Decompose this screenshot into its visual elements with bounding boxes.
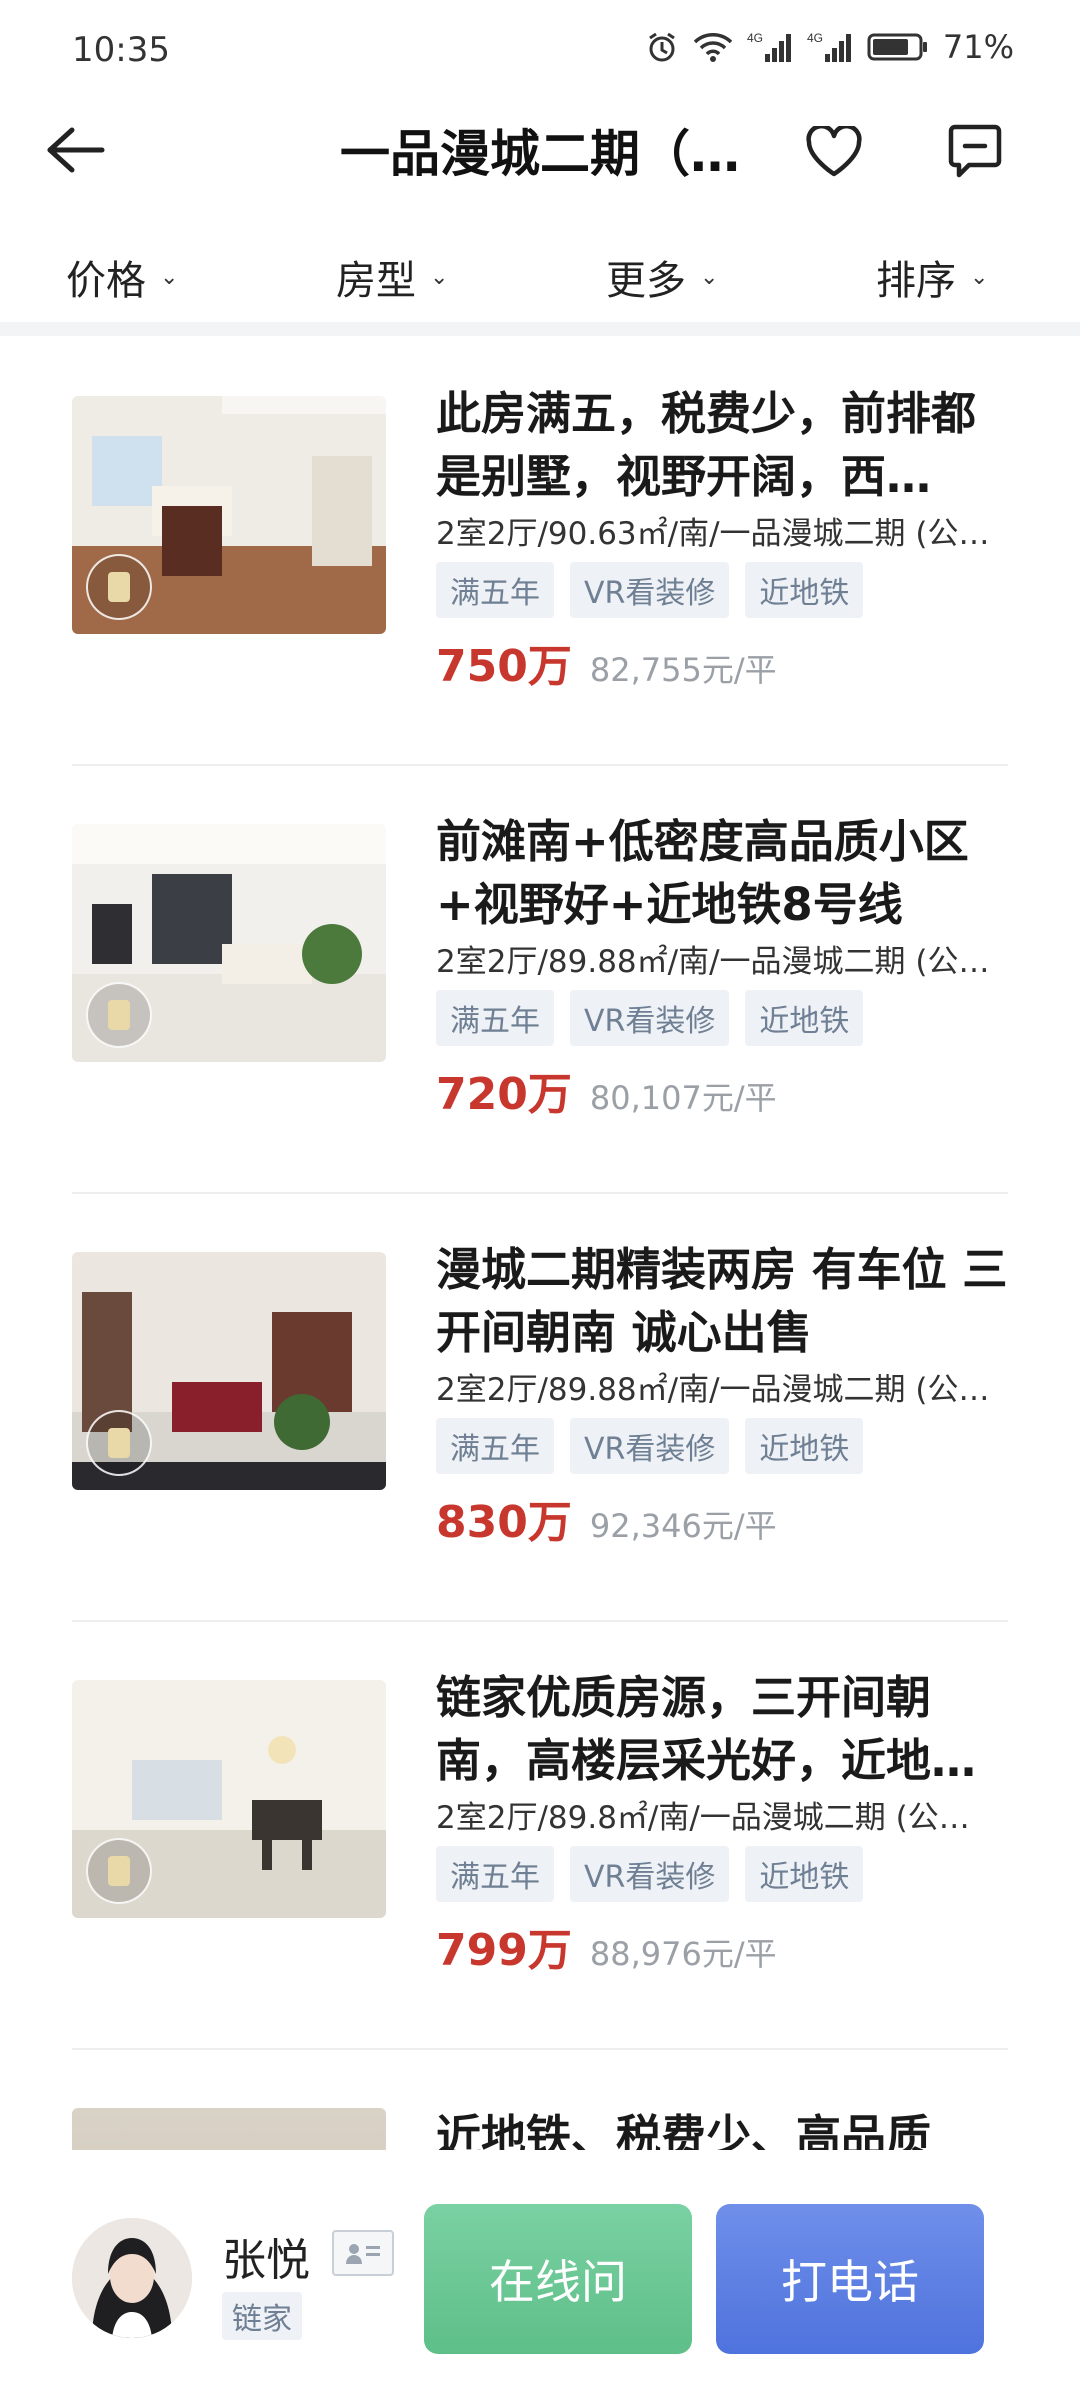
listing-item[interactable]: 漫城二期精装两房 有车位 三开间朝南 诚心出售 2室2厅/89.88㎡/南/一品…: [72, 1194, 1008, 1622]
call-button[interactable]: 打电话: [716, 2204, 984, 2354]
filter-layout[interactable]: 房型 ⌄: [336, 248, 448, 306]
agent-bar: 张悦 链家 在线问 打电话: [0, 2150, 1080, 2400]
total-price: 720万: [436, 1069, 572, 1120]
battery-icon: [867, 33, 927, 61]
total-price: 830万: [436, 1497, 572, 1548]
unit-price: 82,755元/平: [589, 651, 777, 689]
tag: VR看装修: [570, 1418, 730, 1474]
total-price: 799万: [436, 1925, 572, 1976]
listing-item[interactable]: 前滩南+低密度高品质小区+视野好+近地铁8号线 2室2厅/89.88㎡/南/一品…: [72, 766, 1008, 1194]
chevron-down-icon: ⌄: [970, 264, 989, 290]
chevron-down-icon: ⌄: [700, 264, 719, 290]
listing-title: 此房满五，税费少，前排都是别墅，视野开阔，西…: [436, 387, 977, 503]
listing-tags: 满五年 VR看装修 近地铁: [436, 1846, 864, 1902]
filter-label: 房型: [336, 258, 416, 304]
listing-item[interactable]: 链家优质房源，三开间朝南，高楼层采光好，近地… 2室2厅/89.8㎡/南/一品漫…: [72, 1622, 1008, 2050]
listing-meta: 2室2厅/89.88㎡/南/一品漫城二期 (公…: [436, 1372, 990, 1408]
price-row: 799万 88,976元/平: [436, 1914, 777, 1978]
message-icon: [948, 124, 1002, 178]
filter-price[interactable]: 价格 ⌄: [66, 248, 178, 306]
chevron-down-icon: ⌄: [430, 264, 449, 290]
divider: [0, 322, 1080, 336]
signal-icon-2: 4G: [807, 31, 851, 62]
listing-tags: 满五年 VR看装修 近地铁: [436, 990, 864, 1046]
listing-photo: [72, 1252, 386, 1490]
message-button[interactable]: [940, 116, 1010, 186]
listing-item-partial[interactable]: 近地铁、税费少、高品质: [72, 2100, 1008, 2150]
tag: 近地铁: [745, 990, 864, 1046]
price-row: 750万 82,755元/平: [436, 630, 777, 694]
agent-company-badge: 链家: [222, 2292, 302, 2340]
chevron-down-icon: ⌄: [160, 264, 179, 290]
filter-label: 排序: [876, 258, 956, 304]
header: 一品漫城二期（…: [0, 100, 1080, 200]
vr-icon: [86, 554, 152, 620]
avatar[interactable]: [72, 2218, 192, 2338]
unit-price: 80,107元/平: [589, 1079, 777, 1117]
listing-title: 链家优质房源，三开间朝南，高楼层采光好，近地…: [436, 1671, 977, 1787]
unit-price: 88,976元/平: [589, 1935, 777, 1973]
listing-photo: [72, 396, 386, 634]
tag: 满五年: [436, 562, 554, 618]
svg-text:4G: 4G: [807, 31, 823, 45]
listing-tags: 满五年 VR看装修 近地铁: [436, 562, 864, 618]
tag: 满五年: [436, 1846, 554, 1902]
business-card-icon[interactable]: [332, 2230, 394, 2276]
alarm-icon: [649, 32, 675, 62]
favorite-button[interactable]: [800, 118, 868, 186]
price-row: 720万 80,107元/平: [436, 1058, 777, 1122]
status-icons: 4G 4G 71%: [645, 28, 1014, 66]
listing-meta: 2室2厅/89.88㎡/南/一品漫城二期 (公…: [436, 944, 990, 980]
tag: 近地铁: [745, 562, 864, 618]
listing-title: 近地铁、税费少、高品质: [436, 2110, 932, 2150]
tag: VR看装修: [570, 990, 730, 1046]
listing-tags: 满五年 VR看装修 近地铁: [436, 1418, 864, 1474]
filter-label: 更多: [606, 258, 686, 304]
back-arrow-icon: [47, 127, 105, 173]
tag: 满五年: [436, 1418, 554, 1474]
tag: VR看装修: [570, 1846, 730, 1902]
status-bar: 10:35 4G 4G 71%: [0, 0, 1080, 100]
back-button[interactable]: [40, 120, 110, 180]
listing-title: 漫城二期精装两房 有车位 三开间朝南 诚心出售: [436, 1243, 1008, 1359]
listing-item[interactable]: 此房满五，税费少，前排都是别墅，视野开阔，西… 2室2厅/90.63㎡/南/一品…: [72, 338, 1008, 766]
listing-title: 前滩南+低密度高品质小区+视野好+近地铁8号线: [436, 815, 969, 931]
svg-text:4G: 4G: [747, 31, 763, 45]
vr-icon: [86, 982, 152, 1048]
unit-price: 92,346元/平: [589, 1507, 777, 1545]
vr-icon: [86, 1410, 152, 1476]
agent-name: 张悦: [222, 2235, 310, 2286]
online-chat-button[interactable]: 在线问: [424, 2204, 692, 2354]
battery-percent: 71%: [942, 28, 1014, 66]
listing-photo: [72, 2108, 386, 2150]
tag: 近地铁: [745, 1846, 864, 1902]
heart-icon: [806, 126, 862, 177]
listing-photo: [72, 824, 386, 1062]
tag: 满五年: [436, 990, 554, 1046]
filter-more[interactable]: 更多 ⌄: [606, 248, 718, 306]
filter-sort[interactable]: 排序 ⌄: [876, 248, 988, 306]
price-row: 830万 92,346元/平: [436, 1486, 777, 1550]
signal-icon-1: 4G: [747, 31, 791, 62]
page-title: 一品漫城二期（…: [340, 125, 740, 183]
filter-bar: 价格 ⌄ 房型 ⌄ 更多 ⌄ 排序 ⌄: [0, 232, 1080, 322]
listing-meta: 2室2厅/89.8㎡/南/一品漫城二期 (公…: [436, 1800, 970, 1836]
wifi-icon: [693, 33, 733, 62]
tag: 近地铁: [745, 1418, 864, 1474]
tag: VR看装修: [570, 562, 730, 618]
vr-icon: [86, 1838, 152, 1904]
status-time: 10:35: [72, 30, 170, 70]
row-separator: [72, 2048, 1008, 2050]
filter-label: 价格: [66, 258, 146, 304]
total-price: 750万: [436, 641, 572, 692]
listing-photo: [72, 1680, 386, 1918]
listing-meta: 2室2厅/90.63㎡/南/一品漫城二期 (公…: [436, 516, 990, 552]
